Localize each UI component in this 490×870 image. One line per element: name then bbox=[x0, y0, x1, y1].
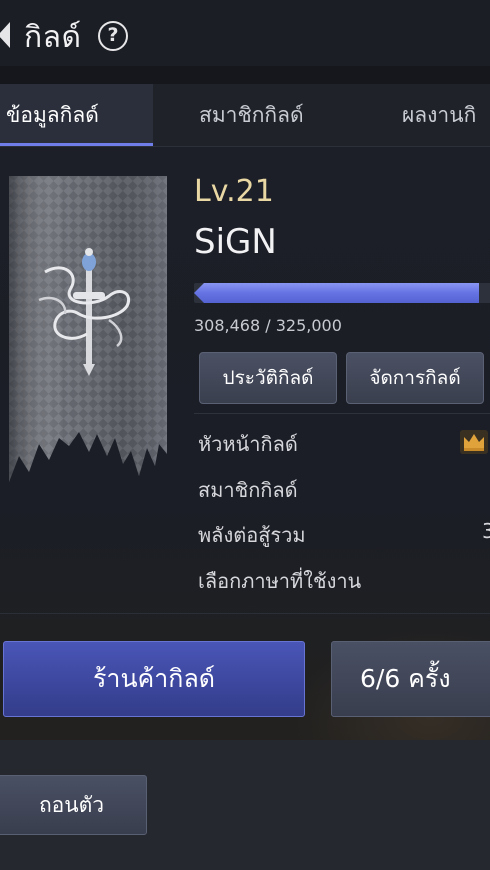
leave-guild-button-label: ถอนตัว bbox=[38, 793, 105, 817]
guild-power-label: พลังต่อสู้รวม bbox=[198, 523, 306, 547]
guild-manage-button[interactable]: จัดการกิลด์ bbox=[346, 352, 484, 404]
tab-bar: ข้อมูลกิลด์ สมาชิกกิลด์ ผลงานกิ bbox=[0, 84, 490, 146]
guild-power-value: 3 bbox=[482, 519, 490, 543]
tab-guild-members[interactable]: สมาชิกกิลด์ bbox=[199, 84, 304, 146]
tab-guild-info[interactable]: ข้อมูลกิลด์ bbox=[0, 84, 153, 146]
guild-members-label: สมาชิกกิลด์ bbox=[198, 478, 298, 502]
leave-guild-button[interactable]: ถอนตัว bbox=[0, 775, 147, 835]
tab-guild-achievements-label: ผลงานกิ bbox=[402, 103, 477, 127]
guild-level: Lv.21 bbox=[194, 174, 274, 209]
page-title: กิลด์ bbox=[24, 20, 82, 55]
guild-manage-button-label: จัดการกิลด์ bbox=[369, 367, 461, 389]
guild-history-button[interactable]: ประวัติกิลด์ bbox=[199, 352, 337, 404]
tab-guild-info-label: ข้อมูลกิลด์ bbox=[6, 103, 99, 127]
crown-icon bbox=[460, 430, 488, 454]
guild-leader-label: หัวหน้ากิลด์ bbox=[198, 432, 298, 456]
back-arrow-icon[interactable] bbox=[0, 22, 10, 48]
language-select-label: เลือกภาษาที่ใช้งาน bbox=[198, 569, 362, 593]
tab-guild-achievements[interactable]: ผลงานกิ bbox=[402, 84, 476, 146]
attempts-count-label: 6/6 ครั้ง bbox=[360, 664, 451, 693]
guild-xp-fill bbox=[194, 283, 479, 303]
attempts-count-button[interactable]: 6/6 ครั้ง bbox=[331, 641, 490, 717]
top-header: กิลด์ ? bbox=[0, 0, 490, 66]
guild-shop-button[interactable]: ร้านค้ากิลด์ bbox=[3, 641, 305, 717]
guild-name: SiGN bbox=[194, 222, 277, 262]
guild-history-button-label: ประวัติกิลด์ bbox=[222, 367, 314, 389]
guild-shop-button-label: ร้านค้ากิลด์ bbox=[92, 664, 215, 693]
help-icon[interactable]: ? bbox=[98, 21, 128, 51]
guild-emblem-banner bbox=[9, 176, 167, 482]
guild-xp-bar bbox=[194, 283, 490, 303]
panel-divider bbox=[0, 613, 490, 614]
tab-guild-members-label: สมาชิกกิลด์ bbox=[199, 103, 304, 127]
guild-xp-text: 308,468 / 325,000 bbox=[194, 316, 342, 335]
info-divider bbox=[194, 413, 490, 414]
